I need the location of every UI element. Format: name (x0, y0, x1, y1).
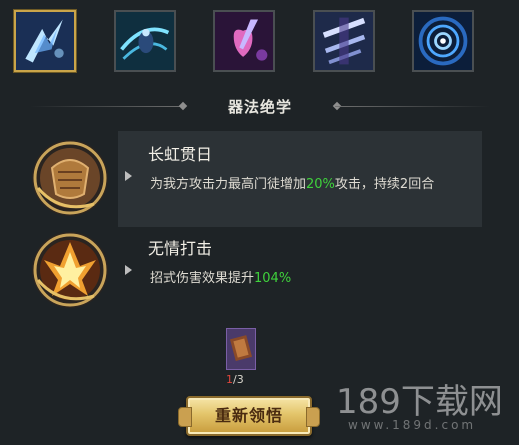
divider-line-right (335, 106, 490, 107)
talent-value-highlight: 20% (306, 177, 335, 192)
item-counter: 1/3 (226, 373, 244, 386)
crystal-heart-icon (215, 12, 273, 70)
talent-icon-2[interactable] (30, 230, 110, 310)
blade-cross-icon (315, 12, 373, 70)
skill-slot-whirlwind[interactable] (114, 10, 176, 72)
skill-slot-lightning[interactable] (14, 10, 76, 72)
rethink-button[interactable]: 重新领悟 (178, 396, 320, 436)
skill-slot-blade-cross[interactable] (313, 10, 375, 72)
talent-value-highlight: 104% (254, 271, 292, 286)
watermark-url: www.189d.com (348, 418, 477, 432)
watermark-text: 189下载网 (336, 382, 503, 422)
comprehension-book-item[interactable] (226, 328, 256, 370)
talent-panel-1[interactable]: 长虹贯日 为我方攻击力最高门徒增加20%攻击，持续2回合 (118, 131, 482, 227)
watermark: 189下载网 www.189d.com (336, 374, 516, 444)
section-divider: 器法绝学 (30, 90, 490, 124)
talent-description: 招式伤害效果提升104% (150, 271, 292, 286)
vortex-icon (414, 12, 472, 70)
whirlwind-figure-icon (116, 12, 174, 70)
skill-slot-vortex[interactable] (412, 10, 474, 72)
talent-name: 长虹贯日 (148, 145, 213, 164)
skill-row (0, 0, 519, 90)
talent-panel-2[interactable]: 无情打击 招式伤害效果提升104% (118, 227, 482, 307)
expand-arrow-icon (125, 171, 132, 181)
shield-crest-icon (32, 140, 108, 216)
talent-description: 为我方攻击力最高门徒增加20%攻击，持续2回合 (150, 177, 435, 192)
expand-arrow-icon (125, 265, 132, 275)
talent-icon-1[interactable] (30, 138, 110, 218)
lightning-shard-icon (16, 12, 74, 70)
book-icon (227, 329, 255, 369)
skill-slot-crystal-heart[interactable] (213, 10, 275, 72)
talent-name: 无情打击 (148, 239, 213, 258)
fire-strike-icon (32, 232, 108, 308)
